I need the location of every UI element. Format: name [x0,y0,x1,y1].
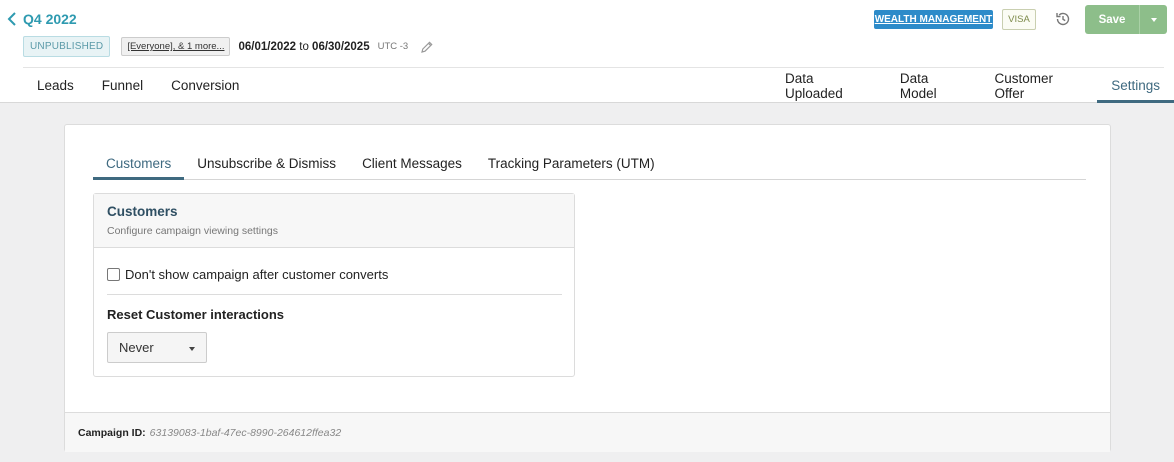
hide-after-convert-checkbox[interactable] [107,268,120,281]
pencil-icon[interactable] [420,40,434,54]
hide-after-convert-label[interactable]: Don't show campaign after customer conve… [125,267,388,282]
hide-after-convert-row: Don't show campaign after customer conve… [107,267,388,282]
tab-customers[interactable]: Customers [93,147,185,180]
tab-client-messages[interactable]: Client Messages [349,147,475,179]
panel-subtitle: Configure campaign viewing settings [107,225,279,237]
save-split-button: Save [1085,5,1167,34]
status-badge: UNPUBLISHED [23,36,111,57]
chevron-down-icon [189,347,195,351]
customers-panel: Customers Configure campaign viewing set… [93,193,575,377]
reset-interactions-value: Never [119,340,154,355]
chevron-left-icon [7,12,16,26]
start-date: 06/01/2022 [238,40,297,53]
audience-link[interactable]: [Everyone], & 1 more... [121,37,231,56]
nav-tab-data-model[interactable]: Data Model [886,68,981,103]
campaign-id-value: 63139083-1baf-47ec-8990-264612ffea32 [149,426,342,439]
date-range: 06/01/2022 to 06/30/2025 [238,41,369,53]
caret-down-icon [1150,17,1157,22]
save-button[interactable]: Save [1085,5,1139,34]
nav-tab-data-uploaded[interactable]: Data Uploaded [771,68,886,103]
nav-tab-funnel[interactable]: Funnel [88,68,157,103]
wealth-management-tag[interactable]: WEALTH MANAGEMENT [874,10,993,29]
end-date: 06/30/2025 [312,40,370,53]
history-icon[interactable] [1054,10,1072,28]
campaign-meta: UNPUBLISHED [Everyone], & 1 more... 06/0… [23,36,434,57]
nav-left: Leads Funnel Conversion [23,68,253,103]
settings-card: Customers Unsubscribe & Dismiss Client M… [64,124,1111,452]
nav-tab-conversion[interactable]: Conversion [157,68,253,103]
date-separator: to [299,40,309,53]
nav-right: Data Uploaded Data Model Customer Offer … [771,68,1174,103]
panel-title: Customers [107,204,178,219]
tab-tracking-parameters[interactable]: Tracking Parameters (UTM) [475,147,668,179]
nav-tab-leads[interactable]: Leads [23,68,88,103]
nav-tab-customer-offer[interactable]: Customer Offer [980,68,1097,103]
settings-tabs: Customers Unsubscribe & Dismiss Client M… [93,147,1086,180]
back-link[interactable]: Q4 2022 [6,11,77,27]
campaign-id-label: Campaign ID: [78,426,146,439]
reset-interactions-label: Reset Customer interactions [107,307,284,322]
campaign-title: Q4 2022 [23,11,77,27]
visa-tag: VISA [1002,9,1036,30]
nav-tab-settings[interactable]: Settings [1097,68,1174,103]
tab-unsubscribe-dismiss[interactable]: Unsubscribe & Dismiss [184,147,349,179]
save-options-button[interactable] [1139,5,1167,34]
panel-divider [107,294,562,295]
top-bar: Q4 2022 UNPUBLISHED [Everyone], & 1 more… [0,0,1174,103]
campaign-id-footer: Campaign ID: 63139083-1baf-47ec-8990-264… [65,412,1110,452]
panel-header: Customers Configure campaign viewing set… [94,194,574,248]
timezone-label: UTC -3 [377,41,409,52]
reset-interactions-select[interactable]: Never [107,332,207,363]
